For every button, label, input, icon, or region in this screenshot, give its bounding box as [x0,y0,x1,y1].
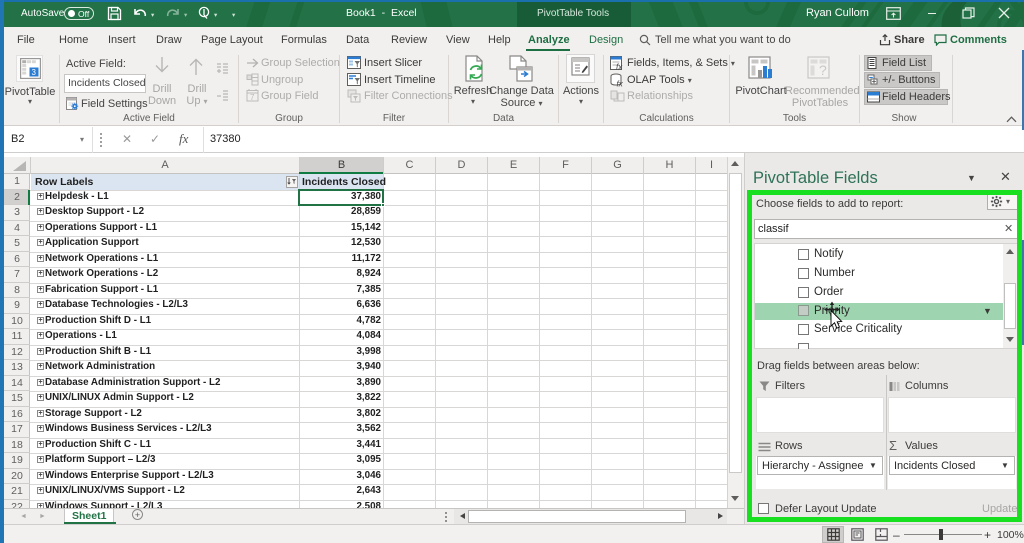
svg-text:7: 7 [250,93,255,102]
svg-text:fx: fx [616,63,623,71]
svg-text:fx: fx [617,80,624,88]
svg-text:3: 3 [32,68,37,77]
svg-text:?: ? [819,62,827,78]
